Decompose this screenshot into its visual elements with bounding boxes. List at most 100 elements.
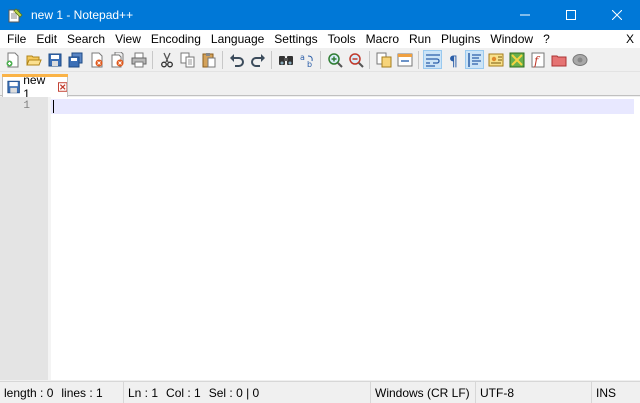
svg-text:¶: ¶ — [449, 54, 458, 68]
zoom-out-icon — [348, 52, 364, 68]
paste-icon — [202, 52, 215, 67]
zoom-in-icon — [327, 52, 343, 68]
status-length: length : 0 — [4, 385, 54, 400]
toolbar-separator — [271, 50, 272, 69]
sync-vertical-icon — [376, 52, 391, 67]
menu-edit[interactable]: Edit — [31, 30, 62, 48]
status-lines: lines : 1 — [61, 385, 103, 400]
function-list-icon: f — [531, 52, 544, 68]
document-map-icon — [509, 52, 524, 67]
status-position: Ln : 1 Col : 1 Sel : 0 | 0 — [124, 381, 371, 403]
title-bar: new 1 - Notepad++ — [0, 0, 640, 30]
svg-text:a: a — [300, 53, 305, 62]
replace-icon: ab — [300, 53, 313, 68]
close-all-icon — [111, 51, 123, 67]
maximize-button[interactable] — [548, 0, 594, 30]
minimize-button[interactable] — [502, 0, 548, 30]
record-macro-button[interactable] — [570, 50, 589, 69]
menu-macro[interactable]: Macro — [361, 30, 404, 48]
cut-button[interactable] — [157, 50, 176, 69]
tab-new-1[interactable]: new 1 — [2, 73, 68, 101]
fold-margin — [48, 97, 51, 380]
notepad-plus-plus-icon — [7, 7, 23, 23]
record-macro-icon — [572, 53, 587, 66]
new-file-icon — [6, 52, 18, 67]
replace-button[interactable]: ab — [297, 50, 316, 69]
status-typing-mode[interactable]: INS — [592, 382, 640, 403]
open-file-button[interactable] — [24, 50, 43, 69]
status-document-info: length : 0 lines : 1 — [0, 381, 124, 403]
menu-file[interactable]: File — [2, 30, 31, 48]
user-defined-language-button[interactable] — [486, 50, 505, 69]
editor-area[interactable]: 1 — [0, 97, 640, 380]
document-map-button[interactable] — [507, 50, 526, 69]
show-all-characters-icon: ¶ — [449, 54, 458, 68]
copy-button[interactable] — [178, 50, 197, 69]
close-all-button[interactable] — [108, 50, 127, 69]
menu-settings[interactable]: Settings — [269, 30, 322, 48]
zoom-out-button[interactable] — [346, 50, 365, 69]
folder-as-workspace-button[interactable] — [549, 50, 568, 69]
status-encoding[interactable]: UTF-8 — [476, 381, 592, 403]
close-file-button[interactable] — [87, 50, 106, 69]
close-document-button[interactable]: X — [626, 32, 634, 46]
zoom-in-button[interactable] — [325, 50, 344, 69]
tab-bar: new 1 — [0, 72, 640, 101]
undo-button[interactable] — [227, 50, 246, 69]
status-ln: Ln : 1 — [128, 385, 159, 400]
find-icon — [278, 55, 293, 65]
menu-window[interactable]: Window — [485, 30, 538, 48]
line-number: 1 — [23, 100, 30, 112]
open-file-icon — [25, 55, 42, 65]
menu-encoding[interactable]: Encoding — [146, 30, 206, 48]
close-icon — [91, 52, 102, 67]
menu-plugins[interactable]: Plugins — [436, 30, 485, 48]
save-all-button[interactable] — [66, 50, 85, 69]
toolbar-separator — [222, 50, 223, 69]
function-list-button[interactable]: f — [528, 50, 547, 69]
line-number-gutter: 1 — [0, 97, 48, 380]
word-wrap-button[interactable] — [423, 50, 442, 69]
status-eol-format[interactable]: Windows (CR LF) — [371, 381, 476, 403]
status-sel: Sel : 0 | 0 — [208, 385, 260, 400]
find-button[interactable] — [276, 50, 295, 69]
cut-icon — [160, 52, 173, 67]
save-icon — [7, 80, 20, 93]
toolbar-separator — [369, 50, 370, 69]
sync-horizontal-button[interactable] — [395, 50, 414, 69]
status-col: Col : 1 — [166, 385, 201, 400]
toolbar: ab ¶ f — [0, 48, 640, 72]
menu-help[interactable]: ? — [538, 30, 555, 48]
window-title: new 1 - Notepad++ — [31, 8, 134, 22]
close-icon — [612, 10, 622, 20]
sync-vertical-button[interactable] — [374, 50, 393, 69]
save-icon — [48, 53, 61, 66]
menu-search[interactable]: Search — [62, 30, 110, 48]
toolbar-separator — [418, 50, 419, 69]
paste-button[interactable] — [199, 50, 218, 69]
new-file-button[interactable] — [3, 50, 22, 69]
show-all-characters-button[interactable]: ¶ — [444, 50, 463, 69]
save-button[interactable] — [45, 50, 64, 69]
redo-button[interactable] — [248, 50, 267, 69]
toolbar-separator — [320, 50, 321, 69]
folder-as-workspace-icon — [551, 55, 566, 66]
print-icon — [131, 52, 146, 67]
menu-run[interactable]: Run — [404, 30, 436, 48]
svg-text:b: b — [307, 60, 312, 68]
menu-view[interactable]: View — [110, 30, 146, 48]
text-caret — [53, 100, 54, 113]
menu-tools[interactable]: Tools — [323, 30, 361, 48]
tab-close-icon[interactable] — [57, 81, 67, 92]
user-defined-language-icon — [488, 53, 503, 66]
close-button[interactable] — [594, 0, 640, 30]
copy-icon — [180, 52, 194, 67]
indent-guide-icon — [467, 52, 481, 67]
maximize-icon — [566, 10, 576, 20]
sync-horizontal-icon — [397, 53, 412, 66]
menu-language[interactable]: Language — [206, 30, 269, 48]
menu-bar: File Edit Search View Encoding Language … — [0, 30, 640, 48]
print-button[interactable] — [129, 50, 148, 69]
indent-guide-button[interactable] — [465, 50, 484, 69]
toolbar-separator — [152, 50, 153, 69]
